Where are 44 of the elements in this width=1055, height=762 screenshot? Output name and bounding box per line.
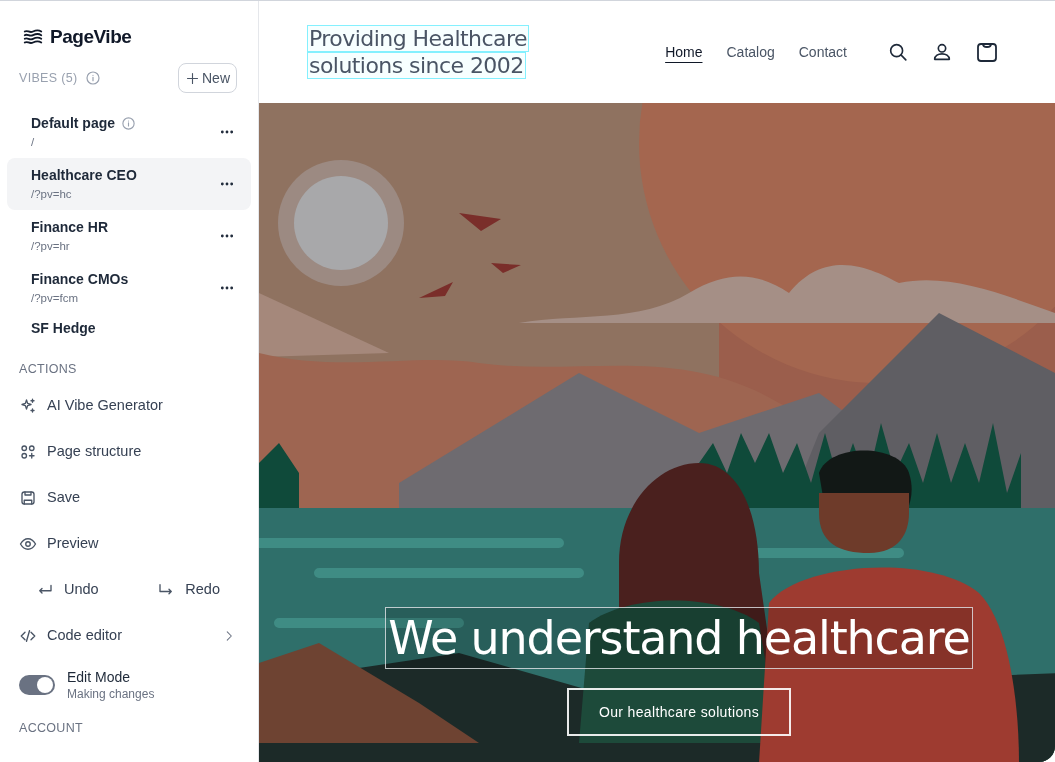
vibe-item[interactable]: Default page /	[7, 106, 251, 158]
section-heading: ACTIONS	[18, 361, 78, 378]
logo-text: PageVibe	[50, 24, 132, 49]
person-icon[interactable]	[931, 41, 953, 63]
bag-icon[interactable]	[975, 40, 999, 64]
hero-cta-button[interactable]: Our healthcare solutions	[566, 688, 792, 736]
vibe-item[interactable]: SF Hedge	[7, 314, 251, 342]
edit-mode-switch[interactable]	[19, 674, 55, 695]
vibe-name: Finance HR	[31, 217, 108, 237]
site-tagline: solutions since 2002	[307, 52, 526, 79]
action-link[interactable]: AI Vibe Generator	[0, 382, 258, 429]
vibe-item[interactable]: Finance CMOs /?pv=fcm	[7, 262, 251, 314]
action-link[interactable]: Page structure	[0, 428, 258, 475]
hero-heading: We understand healthcare	[385, 607, 973, 669]
toggle-label: Edit Mode	[67, 667, 132, 686]
action-link[interactable]: Preview	[0, 520, 258, 567]
vibe-path: /?pv=fcm	[31, 290, 79, 306]
section-heading: VIBES (5)	[19, 69, 78, 87]
code-editor-link[interactable]: Code editor	[0, 612, 258, 659]
toggle-sublabel: Making changes	[67, 685, 155, 702]
nav-link[interactable]: Home	[665, 41, 703, 63]
new-button[interactable]: New	[178, 63, 237, 93]
vibe-item[interactable]: Healthcare CEO /?pv=hc	[7, 158, 251, 210]
shapes-icon	[19, 442, 37, 461]
action-link[interactable]: Save	[0, 474, 258, 521]
vibe-name: Default page	[31, 113, 115, 133]
sparkles-icon	[19, 396, 37, 415]
vibe-name: Finance CMOs	[31, 269, 129, 289]
info-icon	[85, 70, 102, 86]
vibe-name: Healthcare CEO	[31, 165, 137, 185]
vibe-name: SF Hedge	[31, 318, 96, 338]
vibe-path: /?pv=hr	[31, 238, 71, 254]
nav-link[interactable]: Catalog	[726, 41, 775, 63]
section-heading: ACCOUNT	[18, 719, 84, 737]
vibe-path: /?pv=hc	[31, 186, 73, 202]
search-icon[interactable]	[887, 41, 909, 63]
redo-button[interactable]: Redo	[157, 578, 220, 601]
undo-button[interactable]: Undo	[36, 578, 99, 601]
nav-link[interactable]: Contact	[798, 41, 847, 63]
plus-icon	[185, 70, 200, 86]
site-tagline: Providing Healthcare	[307, 25, 529, 52]
vibe-item[interactable]: Finance HR /?pv=hr	[7, 210, 251, 262]
save-icon	[19, 488, 37, 507]
vibe-path: /	[31, 134, 36, 150]
